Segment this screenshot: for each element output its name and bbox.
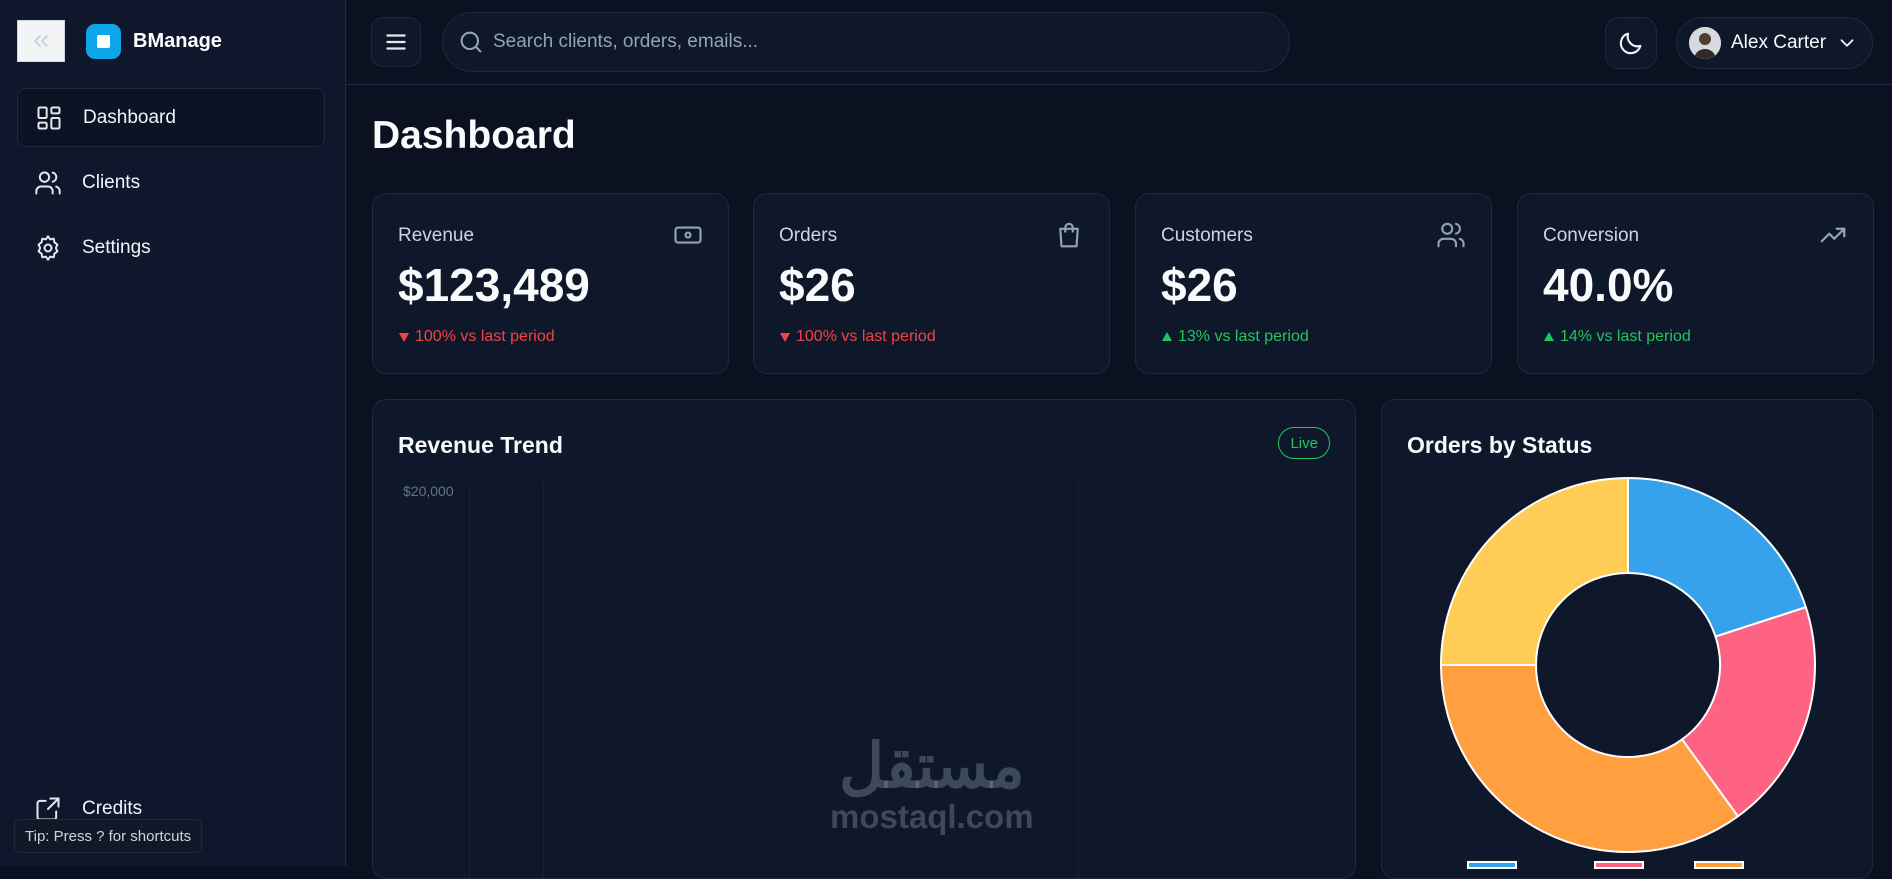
sidebar-item-settings[interactable]: Settings: [17, 218, 325, 277]
stat-card-conversion: Conversion 40.0% 14% vs last period: [1517, 193, 1874, 374]
dashboard-icon: [37, 106, 61, 129]
donut-slice[interactable]: [1439, 664, 1740, 853]
stat-value: $26: [1161, 259, 1238, 311]
user-menu-button[interactable]: Alex Carter: [1676, 17, 1873, 69]
sidebar-item-label: Credits: [82, 798, 143, 819]
sidebar-item-label: Dashboard: [83, 106, 176, 128]
sidebar-item-label: Clients: [82, 171, 141, 193]
trending-up-icon: [1820, 227, 1846, 243]
brand[interactable]: BManage: [86, 24, 222, 59]
watermark: مستقل mostaql.com: [830, 735, 1034, 835]
cash-icon: [674, 226, 702, 244]
users-icon: [1437, 222, 1465, 248]
stat-delta: 100% vs last period: [398, 328, 555, 346]
stat-delta-text: 13% vs last period: [1178, 328, 1309, 345]
y-axis-tick: $20,000: [403, 483, 454, 499]
stat-value: $26: [779, 259, 856, 311]
grid-line: [469, 483, 470, 878]
page-title: Dashboard: [372, 114, 576, 157]
stat-label: Conversion: [1543, 225, 1640, 246]
user-name: Alex Carter: [1731, 32, 1827, 53]
orders-by-status-panel: Orders by Status: [1381, 399, 1873, 879]
search-input[interactable]: [491, 30, 1275, 54]
sidebar: BManage Dashboard Clients Settings Credi…: [0, 0, 346, 866]
moon-icon: [1619, 32, 1642, 55]
donut-slice[interactable]: [1439, 476, 1629, 666]
brand-name: BManage: [133, 30, 222, 52]
users-icon: [35, 171, 61, 194]
stat-card-orders: Orders $26 100% vs last period: [753, 193, 1110, 374]
sidebar-item-dashboard[interactable]: Dashboard: [17, 88, 325, 147]
triangle-down-icon: [399, 333, 409, 342]
stat-label: Customers: [1161, 225, 1253, 246]
stat-delta: 100% vs last period: [779, 328, 936, 346]
stat-card-revenue: Revenue $123,489 100% vs last period: [372, 193, 729, 374]
user-avatar-icon: [1689, 27, 1721, 59]
watermark-latin: mostaql.com: [830, 798, 1034, 835]
stat-delta-text: 100% vs last period: [796, 328, 936, 345]
stat-delta: 14% vs last period: [1543, 328, 1691, 346]
chevrons-left-icon: [34, 35, 48, 47]
stat-label: Orders: [779, 225, 838, 246]
theme-toggle-button[interactable]: [1605, 17, 1657, 69]
legend-swatch: [1694, 861, 1744, 869]
legend-swatch: [1594, 861, 1644, 869]
search-bar[interactable]: [442, 12, 1290, 72]
gear-icon: [37, 234, 59, 261]
stat-value: $123,489: [398, 259, 590, 311]
triangle-down-icon: [780, 333, 790, 342]
stat-label: Revenue: [398, 225, 475, 246]
shortcut-tip: Tip: Press ? for shortcuts: [14, 819, 203, 853]
watermark-arabic: مستقل: [839, 732, 1025, 801]
grid-line: [1078, 483, 1079, 878]
panel-title: Revenue Trend: [398, 432, 563, 458]
brand-logo-icon: [86, 24, 121, 59]
sidebar-item-clients[interactable]: Clients: [17, 153, 325, 212]
stat-delta-text: 100% vs last period: [415, 328, 555, 345]
stat-card-customers: Customers $26 13% vs last period: [1135, 193, 1492, 374]
stat-value: 40.0%: [1543, 259, 1674, 311]
menu-icon: [386, 34, 406, 50]
legend-swatch: [1467, 861, 1517, 869]
top-bar: Alex Carter: [346, 0, 1892, 85]
triangle-up-icon: [1162, 332, 1172, 341]
avatar: [1689, 27, 1721, 59]
stat-delta-text: 14% vs last period: [1560, 328, 1691, 345]
stat-delta: 13% vs last period: [1161, 328, 1309, 346]
donut-slice[interactable]: [1627, 476, 1808, 638]
live-badge: Live: [1278, 427, 1330, 459]
triangle-up-icon: [1544, 332, 1554, 341]
search-icon: [460, 31, 482, 53]
orders-donut-chart: [1439, 476, 1816, 853]
menu-button[interactable]: [371, 17, 421, 67]
sidebar-item-label: Settings: [82, 236, 151, 258]
chevron-down-icon: [1840, 39, 1854, 47]
shopping-bag-icon: [1059, 222, 1079, 248]
collapse-sidebar-button[interactable]: [17, 20, 65, 62]
grid-line: [543, 483, 544, 878]
